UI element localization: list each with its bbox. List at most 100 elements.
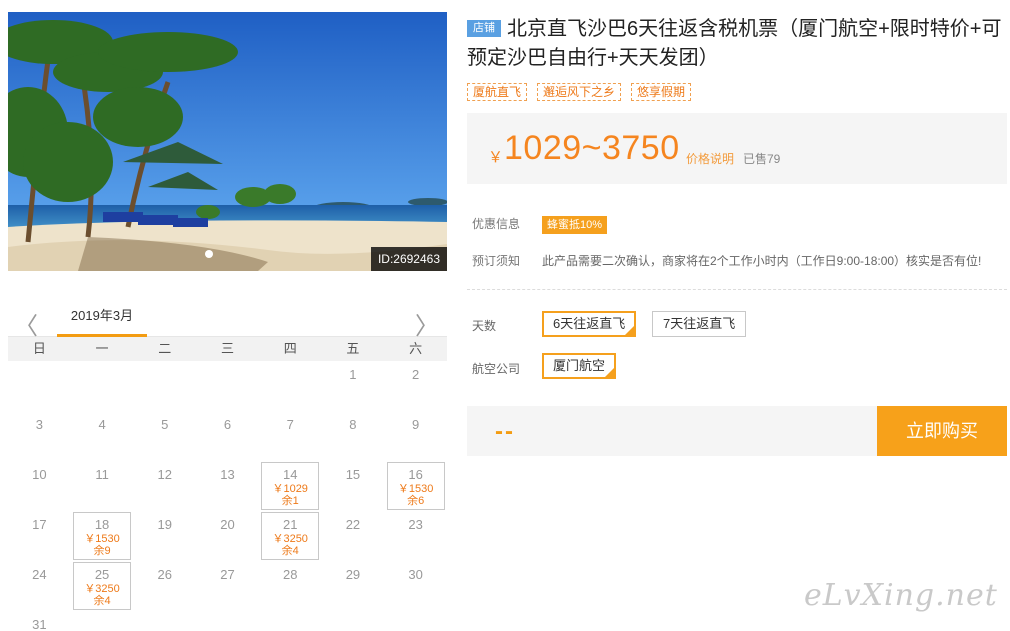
product-photo[interactable]: ID:2692463 (8, 12, 447, 271)
calendar-day: 9 (387, 412, 445, 460)
date-calendar: 〈 2019年3月 〉 日一二三四五六 1 2 3 4 5 6 7 8 9 10 11 12 13 14 ￥… (8, 300, 447, 631)
weekday-label: 四 (283, 341, 297, 356)
calendar-cell: 25 ￥3250 余4 (71, 561, 134, 611)
calendar-cell: 27 (196, 561, 259, 611)
buy-now-button[interactable]: 立即购买 (877, 406, 1007, 456)
calendar-cell: 28 (259, 561, 322, 611)
day-number: 27 (220, 567, 235, 582)
day-price: ￥1530 (84, 533, 120, 545)
option-xiamen-airlines[interactable]: 厦门航空 (542, 353, 617, 379)
calendar-day: 17 (10, 512, 68, 560)
day-number: 12 (157, 467, 173, 482)
calendar-day: 10 (10, 462, 68, 510)
watermark: eLvXing.net (804, 578, 998, 613)
calendar-cell: 31 (8, 611, 71, 631)
product-tag: 邂逅风下之乡 (537, 83, 622, 101)
day-number: 26 (157, 567, 173, 582)
calendar-weekday-row: 日一二三四五六 (8, 337, 447, 361)
calendar-day: 27 (198, 562, 256, 610)
calendar-empty-cell (259, 361, 322, 411)
discount-badge: 蜂蜜抵10% (542, 216, 608, 234)
calendar-cell: 2 (384, 361, 447, 411)
calendar-day: 13 (198, 462, 256, 510)
option-6-days[interactable]: 6天往返直飞 (542, 311, 637, 337)
day-number: 8 (349, 417, 357, 432)
day-number: 1 (349, 367, 357, 382)
section-divider (467, 289, 1007, 290)
calendar-cell: 10 (8, 461, 71, 511)
option-7-days[interactable]: 7天往返直飞 (652, 311, 747, 337)
calendar-empty-cell (8, 361, 71, 411)
day-number: 30 (408, 567, 423, 582)
product-title-text: 北京直飞沙巴6天往返含税机票（厦门航空+限时特价+可预定沙巴自由行+天天发团） (467, 18, 1002, 69)
day-number: 5 (161, 417, 169, 432)
chevron-left-icon[interactable]: 〈 (14, 306, 38, 341)
day-number: 6 (223, 417, 232, 432)
calendar-cell: 18 ￥1530 余9 (71, 511, 134, 561)
day-number: 14 (282, 467, 298, 482)
calendar-day: 31 (10, 612, 68, 631)
day-number: 25 (94, 567, 110, 582)
day-number: 9 (412, 417, 420, 432)
product-tag: 悠享假期 (631, 83, 692, 101)
calendar-cell: 14 ￥1029 余1 (259, 461, 322, 511)
notice-label: 预订须知 (472, 254, 521, 268)
shop-tag[interactable]: 店铺 (467, 20, 501, 37)
airline-label: 航空公司 (472, 362, 521, 376)
day-number: 17 (32, 517, 47, 532)
calendar-day: 7 (261, 412, 319, 460)
calendar-month-tab[interactable]: 2019年3月 (57, 300, 147, 337)
chevron-right-icon[interactable]: 〉 (415, 306, 439, 341)
beach-photo-illustration (8, 12, 447, 271)
day-remaining: 余1 (281, 495, 299, 507)
calendar-day: 15 (324, 462, 382, 510)
calendar-cell: 9 (384, 411, 447, 461)
price-explain-link[interactable]: 价格说明 (686, 150, 734, 167)
calendar-cell: 24 (8, 561, 71, 611)
calendar-day: 24 (10, 562, 68, 610)
day-number: 11 (95, 467, 109, 482)
calendar-day-available[interactable]: 18 ￥1530 余9 (73, 512, 132, 560)
day-number: 23 (408, 517, 423, 532)
currency-symbol: ￥ (488, 149, 504, 166)
weekday-label: 二 (158, 341, 172, 356)
calendar-cell: 3 (8, 411, 71, 461)
day-number: 16 (408, 467, 423, 482)
product-tags: 厦航直飞 邂逅风下之乡 悠享假期 (467, 83, 692, 101)
day-number: 4 (98, 417, 106, 432)
day-number: 2 (412, 367, 420, 382)
day-number: 10 (32, 467, 47, 482)
calendar-cell: 16 ￥1530 余6 (384, 461, 447, 511)
calendar-day: 29 (324, 562, 382, 610)
calendar-day: 23 (387, 512, 445, 560)
option-label: 6天往返直飞 (553, 316, 626, 331)
day-number: 28 (282, 567, 298, 582)
calendar-day: 5 (136, 412, 194, 460)
calendar-cell: 8 (322, 411, 385, 461)
calendar-day-available[interactable]: 14 ￥1029 余1 (261, 462, 320, 510)
day-number: 13 (220, 467, 235, 482)
calendar-day-available[interactable]: 21 ￥3250 余4 (261, 512, 320, 560)
calendar-cell: 19 (133, 511, 196, 561)
calendar-day: 26 (136, 562, 194, 610)
day-remaining: 余6 (407, 495, 425, 507)
calendar-day-available[interactable]: 25 ￥3250 余4 (73, 562, 132, 610)
calendar-day-available[interactable]: 16 ￥1530 余6 (386, 462, 445, 510)
product-title-block: 店铺 北京直飞沙巴6天往返含税机票（厦门航空+限时特价+可预定沙巴自由行+天天发团… (467, 15, 1007, 73)
calendar-cell: 12 (133, 461, 196, 511)
calendar-day: 22 (324, 512, 382, 560)
calendar-day: 1 (324, 362, 382, 410)
calendar-empty-cell (133, 361, 196, 411)
day-number: 3 (35, 417, 43, 432)
selected-check-icon (604, 367, 616, 378)
calendar-cell: 7 (259, 411, 322, 461)
calendar-day: 8 (324, 412, 382, 460)
sold-count: 已售79 (743, 152, 781, 166)
calendar-cell: 20 (196, 511, 259, 561)
calendar-day: 28 (261, 562, 319, 610)
calendar-cell: 11 (71, 461, 134, 511)
carousel-dot[interactable] (205, 250, 213, 258)
discount-row: 优惠信息 蜂蜜抵10% (472, 215, 608, 234)
product-tag: 厦航直飞 (467, 83, 528, 101)
calendar-day: 30 (387, 562, 445, 610)
